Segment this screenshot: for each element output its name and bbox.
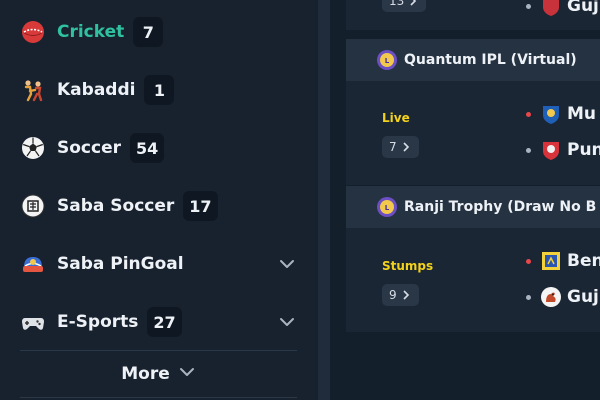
idle-dot [526, 294, 531, 300]
team-logo-icon [543, 106, 559, 124]
more-markets-count: 13 [389, 0, 405, 8]
saba-pingoal-icon [20, 251, 46, 277]
team-name: Guj [567, 0, 599, 16]
team-name: Pun [567, 140, 600, 160]
soccer-ball-icon [20, 135, 46, 161]
sidebar-item-e-sports[interactable]: E-Sports 27 [20, 305, 300, 339]
away-team-row[interactable]: Guj [526, 285, 599, 309]
saba-soccer-icon [20, 193, 46, 219]
sidebar-item-label: E-Sports [57, 312, 139, 332]
sidebar-item-soccer[interactable]: Soccer 54 [20, 131, 300, 165]
league-header[interactable]: L Ranji Trophy (Draw No B [346, 186, 600, 228]
more-sports-button[interactable]: More [20, 360, 297, 388]
live-dot [526, 258, 531, 264]
idle-dot [526, 3, 531, 9]
sidebar-item-label: Soccer [57, 138, 121, 158]
svg-text:L: L [385, 57, 390, 65]
panel-divider [318, 0, 330, 400]
team-logo-icon [543, 142, 559, 160]
more-markets-button[interactable]: 9 [382, 284, 419, 306]
more-markets-button[interactable]: 7 [382, 136, 419, 158]
league-logo-icon: L [377, 197, 397, 217]
league-logo-icon: L [377, 50, 397, 70]
sidebar-item-saba-soccer[interactable]: Saba Soccer 17 [20, 189, 300, 223]
chevron-down-icon [178, 363, 196, 385]
sidebar-divider [20, 397, 297, 398]
chevron-right-icon [410, 0, 417, 6]
event-count-badge: 54 [130, 133, 165, 163]
match-card[interactable]: Live 7 Mu Pun [346, 81, 600, 185]
more-markets-count: 9 [389, 288, 397, 302]
more-markets-count: 7 [389, 140, 397, 154]
team-row[interactable]: Guj [526, 0, 599, 18]
sidebar-item-cricket[interactable]: Cricket 7 [20, 15, 300, 49]
chevron-right-icon [403, 290, 409, 300]
home-team-row[interactable]: Mu [526, 102, 596, 126]
league-name: Ranji Trophy (Draw No B [404, 199, 597, 215]
sidebar-item-label: Saba PinGoal [57, 254, 184, 274]
team-logo-icon [541, 287, 561, 307]
event-count-badge: 7 [133, 17, 164, 47]
kabaddi-icon [20, 77, 46, 103]
sports-sidebar: Cricket 7 Kabaddi 1 Soccer 54 Saba Socce… [0, 0, 318, 400]
event-count-badge: 27 [147, 307, 182, 337]
sidebar-item-kabaddi[interactable]: Kabaddi 1 [20, 73, 300, 107]
match-card[interactable]: Stumps 9 Ben Guj [346, 228, 600, 332]
league-header[interactable]: L Quantum IPL (Virtual) [346, 39, 600, 81]
live-dot [526, 111, 531, 117]
home-team-row[interactable]: Ben [526, 249, 600, 273]
chevron-down-icon[interactable] [278, 255, 296, 273]
team-logo-icon [542, 252, 560, 270]
league-name: Quantum IPL (Virtual) [404, 52, 577, 68]
cricket-ball-icon [20, 19, 46, 45]
more-label: More [121, 364, 170, 384]
team-name: Mu [567, 104, 597, 124]
team-name: Guj [567, 287, 599, 307]
team-logo-icon [543, 0, 559, 16]
team-name: Ben [567, 251, 600, 271]
event-count-badge: 1 [144, 75, 175, 105]
match-status: Stumps [382, 259, 434, 273]
match-list: 13 Guj L Quantum IPL (Virtual) Live 7 Mu… [330, 0, 600, 400]
match-status: Live [382, 111, 410, 125]
chevron-right-icon [403, 142, 409, 152]
chevron-down-icon[interactable] [278, 313, 296, 331]
away-team-row[interactable]: Pun [526, 138, 600, 162]
match-card-partial: 13 Guj [346, 0, 600, 30]
svg-text:L: L [385, 204, 390, 212]
sidebar-divider [20, 350, 297, 351]
sidebar-item-saba-pingoal[interactable]: Saba PinGoal [20, 247, 300, 281]
gamepad-icon [20, 309, 46, 335]
sidebar-item-label: Saba Soccer [57, 196, 175, 216]
event-count-badge: 17 [183, 191, 218, 221]
sidebar-item-label: Kabaddi [57, 80, 136, 100]
sidebar-item-label: Cricket [57, 22, 125, 42]
idle-dot [526, 147, 531, 153]
more-markets-button[interactable]: 13 [382, 0, 427, 12]
